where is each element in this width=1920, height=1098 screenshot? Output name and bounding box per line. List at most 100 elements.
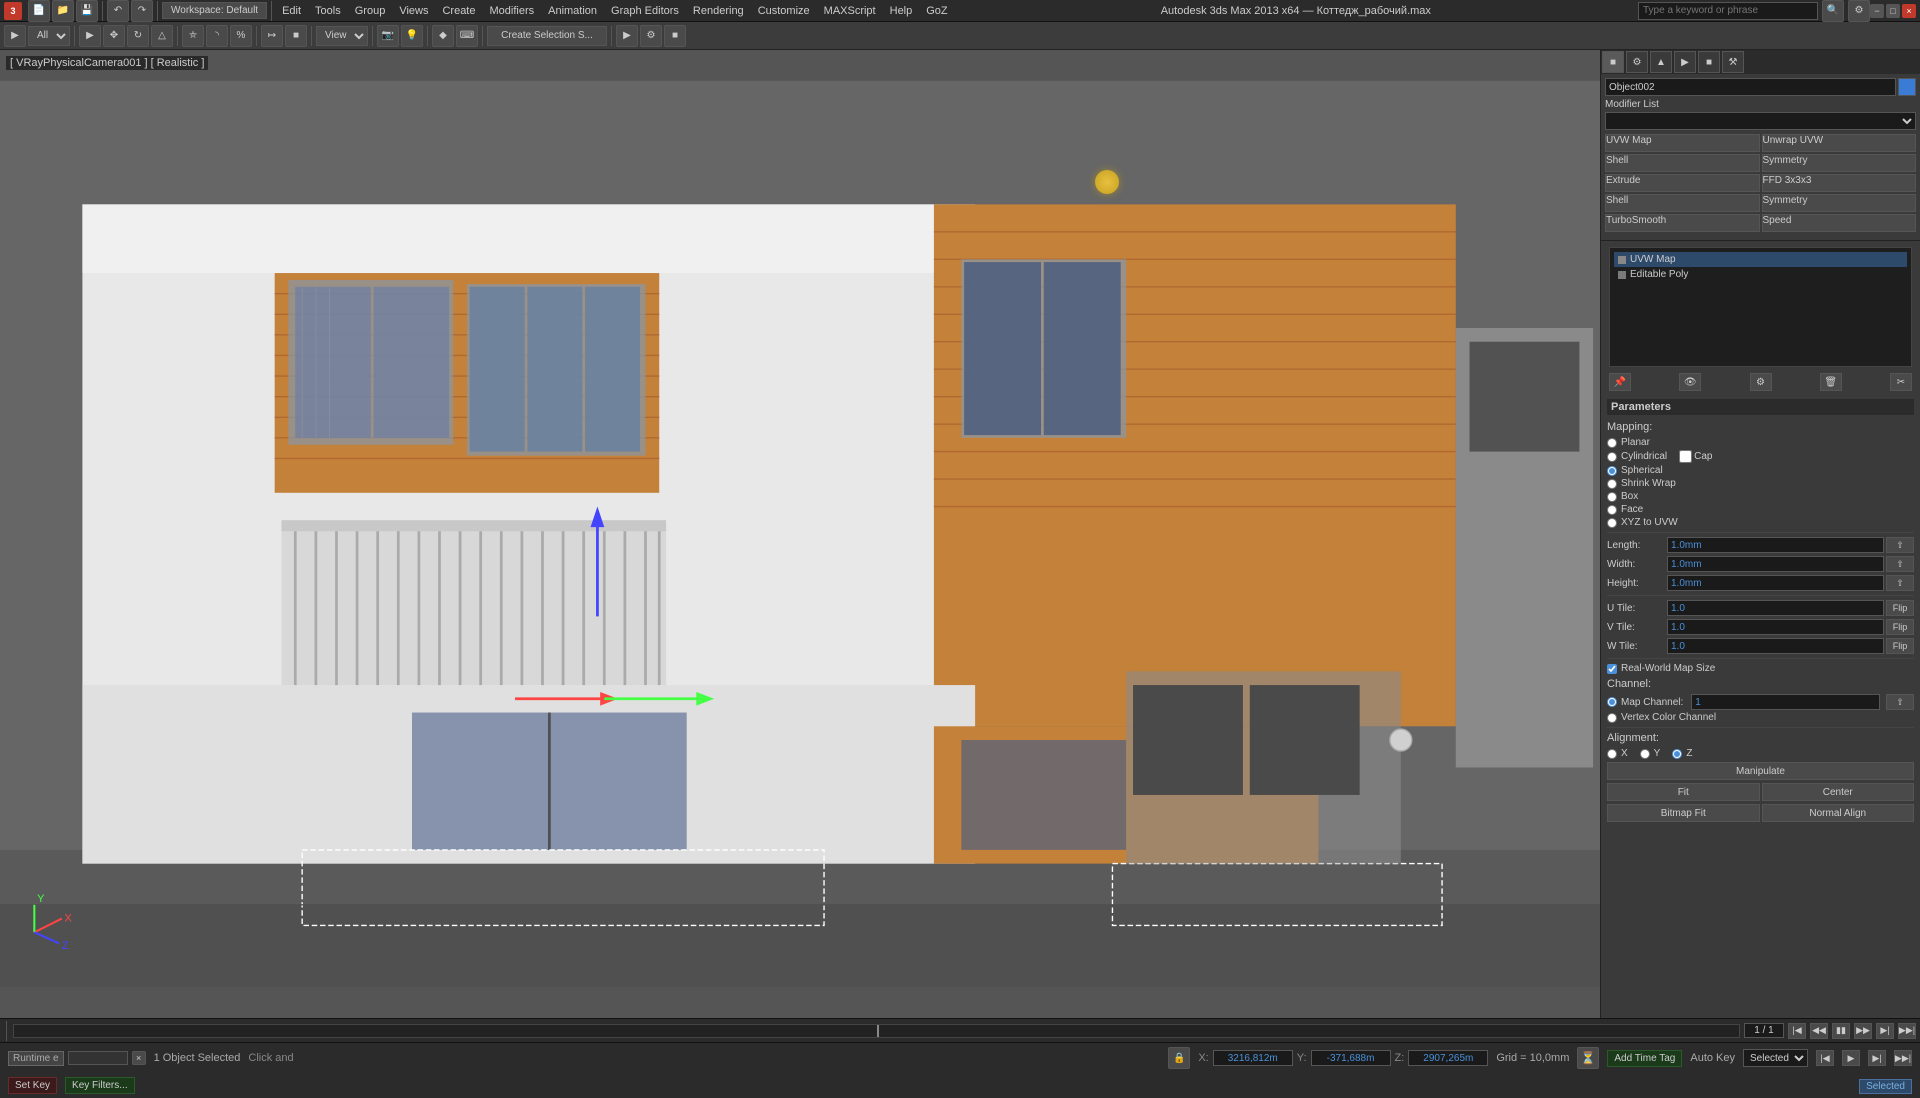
search-btn[interactable]: 🔍 bbox=[1822, 0, 1844, 22]
workspace-btn[interactable]: Workspace: Default bbox=[162, 2, 267, 19]
speed-btn[interactable]: Speed bbox=[1762, 214, 1917, 232]
add-time-tag-btn[interactable]: Add Time Tag bbox=[1607, 1050, 1682, 1067]
stack-pin-btn[interactable]: 📌 bbox=[1609, 373, 1631, 391]
align-x-radio[interactable] bbox=[1607, 749, 1617, 759]
align-z-radio[interactable] bbox=[1672, 749, 1682, 759]
runtime-close-btn[interactable]: × bbox=[132, 1051, 146, 1065]
u-tile-input[interactable] bbox=[1667, 600, 1884, 616]
close-btn[interactable]: × bbox=[1902, 4, 1916, 18]
menu-create[interactable]: Create bbox=[436, 3, 481, 19]
stack-cut-btn[interactable]: ✂ bbox=[1890, 373, 1912, 391]
stack-settings-btn[interactable]: ⚙ bbox=[1750, 373, 1772, 391]
tab-hierarchy[interactable]: ▲ bbox=[1650, 51, 1672, 73]
view-dropdown[interactable]: View bbox=[316, 26, 368, 46]
menu-group[interactable]: Group bbox=[349, 3, 392, 19]
stack-item-uvw[interactable]: UVW Map bbox=[1614, 252, 1907, 267]
real-world-checkbox[interactable] bbox=[1607, 664, 1617, 674]
render-btn[interactable]: ▶ bbox=[616, 25, 638, 47]
object-color-btn[interactable] bbox=[1898, 78, 1916, 96]
mapping-face-radio[interactable] bbox=[1607, 505, 1617, 515]
mapping-cylindrical-radio[interactable] bbox=[1607, 452, 1617, 462]
mirror-btn[interactable]: ↦ bbox=[261, 25, 283, 47]
next-frame-btn[interactable]: ▶| bbox=[1876, 1023, 1894, 1039]
height-input[interactable] bbox=[1667, 575, 1884, 591]
modifier-btn[interactable]: ⌨ bbox=[456, 25, 478, 47]
menu-views[interactable]: Views bbox=[393, 3, 434, 19]
menu-rendering[interactable]: Rendering bbox=[687, 3, 750, 19]
open-btn[interactable]: 📁 bbox=[52, 0, 74, 22]
menu-customize[interactable]: Customize bbox=[752, 3, 816, 19]
filter-dropdown[interactable]: All bbox=[28, 26, 70, 46]
percent-snap[interactable]: % bbox=[230, 25, 252, 47]
stack-show-btn[interactable]: 👁 bbox=[1679, 373, 1701, 391]
status-next-btn[interactable]: ▶| bbox=[1868, 1050, 1886, 1066]
save-btn[interactable]: 💾 bbox=[76, 0, 98, 22]
unwrap-uvw-btn[interactable]: Unwrap UVW bbox=[1762, 134, 1917, 152]
key-mode-select[interactable]: Selected bbox=[1743, 1049, 1808, 1067]
tab-display2[interactable]: ■ bbox=[1698, 51, 1720, 73]
symmetry-btn2[interactable]: Symmetry bbox=[1762, 194, 1917, 212]
width-spinner-up[interactable]: ⇧ bbox=[1886, 556, 1914, 572]
scale-btn[interactable]: △ bbox=[151, 25, 173, 47]
stack-delete-btn[interactable]: 🗑 bbox=[1820, 373, 1842, 391]
mapping-xyz-radio[interactable] bbox=[1607, 518, 1617, 528]
symmetry-btn1[interactable]: Symmetry bbox=[1762, 154, 1917, 172]
angle-snap[interactable]: ◝ bbox=[206, 25, 228, 47]
last-frame-btn[interactable]: ▶▶| bbox=[1898, 1023, 1916, 1039]
width-input[interactable] bbox=[1667, 556, 1884, 572]
v-tile-input[interactable] bbox=[1667, 619, 1884, 635]
mapping-planar-radio[interactable] bbox=[1607, 438, 1617, 448]
y-coord-input[interactable] bbox=[1311, 1050, 1391, 1066]
v-flip-btn[interactable]: Flip bbox=[1886, 619, 1914, 635]
menu-tools[interactable]: Tools bbox=[309, 3, 347, 19]
u-flip-btn[interactable]: Flip bbox=[1886, 600, 1914, 616]
length-spinner-up[interactable]: ⇧ bbox=[1886, 537, 1914, 553]
clock-btn[interactable]: ⏳ bbox=[1577, 1047, 1599, 1069]
play-btn[interactable]: ▶▶ bbox=[1854, 1023, 1872, 1039]
tab-utility[interactable]: ⚒ bbox=[1722, 51, 1744, 73]
vertex-color-radio[interactable] bbox=[1607, 713, 1617, 723]
menu-edit[interactable]: Edit bbox=[276, 3, 307, 19]
uwv-map-btn[interactable]: UVW Map bbox=[1605, 134, 1760, 152]
menu-help[interactable]: Help bbox=[884, 3, 919, 19]
tab-modify[interactable]: ⚙ bbox=[1626, 51, 1648, 73]
status-prev-btn[interactable]: |◀ bbox=[1816, 1050, 1834, 1066]
fit-btn[interactable]: Fit bbox=[1607, 783, 1760, 801]
mapping-shrink-radio[interactable] bbox=[1607, 479, 1617, 489]
select-filter[interactable]: ▶ bbox=[4, 25, 26, 47]
shell-btn1[interactable]: Shell bbox=[1605, 154, 1760, 172]
viewport[interactable]: [ VRayPhysicalCamera001 ] [ Realistic ] bbox=[0, 50, 1600, 1018]
maximize-btn[interactable]: □ bbox=[1886, 4, 1900, 18]
align-btn[interactable]: ■ bbox=[285, 25, 307, 47]
status-end-btn[interactable]: ▶▶| bbox=[1894, 1050, 1912, 1066]
material-btn[interactable]: ◆ bbox=[432, 25, 454, 47]
modifier-list-dropdown[interactable] bbox=[1605, 112, 1916, 130]
ffd-btn[interactable]: FFD 3x3x3 bbox=[1762, 174, 1917, 192]
play-reverse-btn[interactable]: ◀◀ bbox=[1810, 1023, 1828, 1039]
prev-frame-btn[interactable]: |◀ bbox=[1788, 1023, 1806, 1039]
coords-lock-btn[interactable]: 🔒 bbox=[1168, 1047, 1190, 1069]
object-name-input[interactable] bbox=[1605, 78, 1896, 96]
bitmap-fit-btn[interactable]: Bitmap Fit bbox=[1607, 804, 1760, 822]
search-input[interactable] bbox=[1638, 2, 1818, 20]
extrude-btn[interactable]: Extrude bbox=[1605, 174, 1760, 192]
settings-btn[interactable]: ⚙ bbox=[1848, 0, 1870, 22]
menu-maxscript[interactable]: MAXScript bbox=[818, 3, 882, 19]
redo-btn[interactable]: ↷ bbox=[131, 0, 153, 22]
cap-checkbox[interactable] bbox=[1679, 450, 1692, 463]
stack-item-editable-poly[interactable]: Editable Poly bbox=[1614, 267, 1907, 282]
turbosmooth-btn[interactable]: TurboSmooth bbox=[1605, 214, 1760, 232]
timeline-track[interactable] bbox=[13, 1024, 1740, 1038]
tab-display[interactable]: ■ bbox=[1602, 51, 1624, 73]
tab-motion[interactable]: ▶ bbox=[1674, 51, 1696, 73]
z-coord-input[interactable] bbox=[1408, 1050, 1488, 1066]
rotate-btn[interactable]: ↻ bbox=[127, 25, 149, 47]
light-btn[interactable]: 💡 bbox=[401, 25, 423, 47]
mapping-box-radio[interactable] bbox=[1607, 492, 1617, 502]
x-coord-input[interactable] bbox=[1213, 1050, 1293, 1066]
undo-btn[interactable]: ↶ bbox=[107, 0, 129, 22]
align-y-radio[interactable] bbox=[1640, 749, 1650, 759]
w-tile-input[interactable] bbox=[1667, 638, 1884, 654]
menu-graph-editors[interactable]: Graph Editors bbox=[605, 3, 685, 19]
create-selection-set-btn[interactable]: Create Selection S... bbox=[487, 26, 607, 46]
